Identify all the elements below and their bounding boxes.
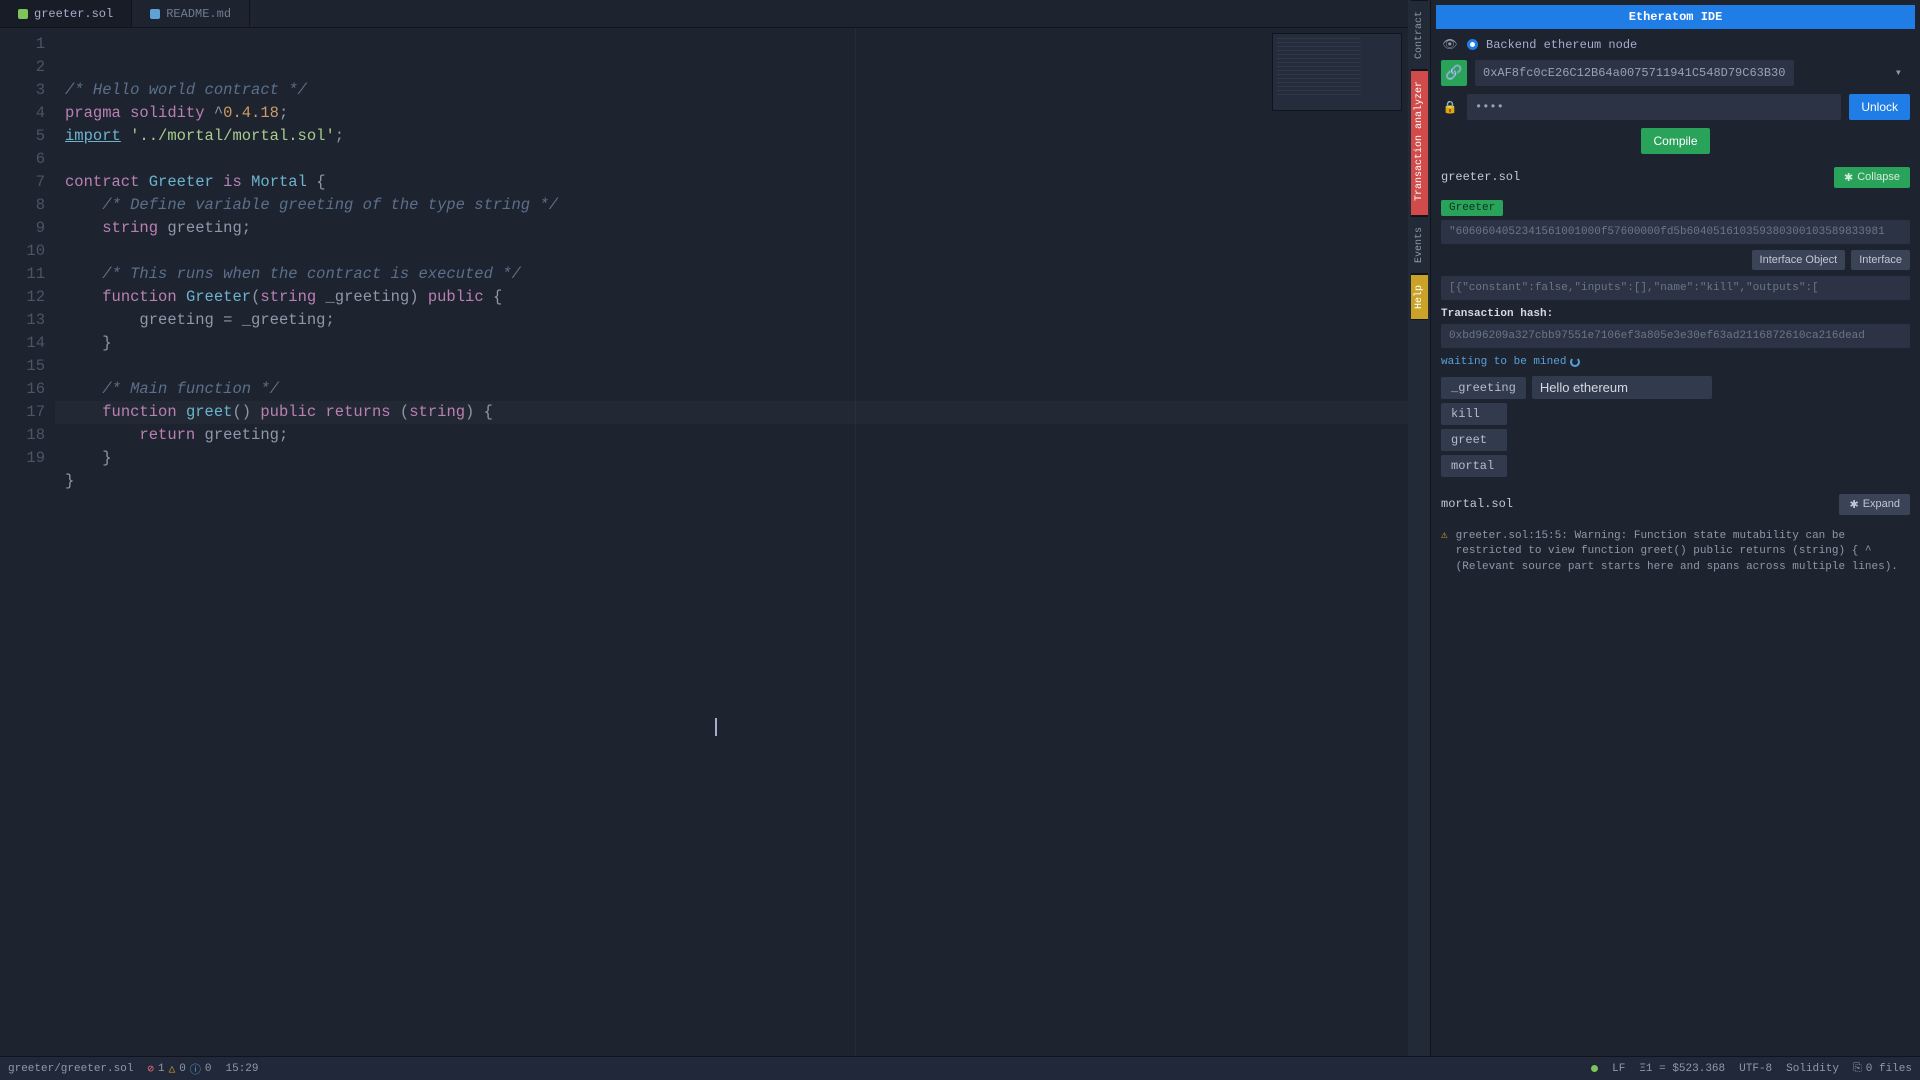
eth-balance[interactable]: Ξ1 = $523.368	[1639, 1063, 1725, 1075]
dock-tab-help[interactable]: Help	[1411, 274, 1428, 320]
tx-hash-output[interactable]: 0xbd96209a327cbb97551e7106ef3a805e3e30ef…	[1441, 324, 1910, 348]
link-icon[interactable]: 🔗	[1441, 60, 1467, 86]
code-line[interactable]: import '../mortal/mortal.sol';	[55, 125, 1408, 148]
compiler-warning: ⚠ greeter.sol:15:5: Warning: Function st…	[1441, 523, 1910, 581]
tab-greeter[interactable]: greeter.sol	[0, 0, 132, 27]
code-line[interactable]: return greeting;	[55, 424, 1408, 447]
tab-readme[interactable]: README.md	[132, 0, 250, 27]
backend-label: Backend ethereum node	[1486, 38, 1637, 52]
fn-kill[interactable]: kill	[1441, 403, 1507, 425]
language[interactable]: Solidity	[1786, 1063, 1839, 1075]
cursor-position[interactable]: 15:29	[226, 1063, 259, 1075]
contract-tag[interactable]: Greeter	[1441, 200, 1503, 216]
interface-button[interactable]: Interface	[1851, 250, 1910, 270]
expand-icon: ✱	[1849, 498, 1858, 511]
line-gutter: 12345678910111213141516171819	[0, 28, 55, 1056]
backend-radio[interactable]	[1467, 39, 1478, 50]
warning-icon: ⚠	[1441, 529, 1448, 575]
code-line[interactable]: }	[55, 447, 1408, 470]
fn-greeting-input[interactable]	[1532, 376, 1712, 399]
unlock-button[interactable]: Unlock	[1849, 94, 1910, 120]
lock-icon: 🔒	[1441, 100, 1459, 115]
solidity-icon	[18, 9, 28, 19]
code-area[interactable]: /* Hello world contract */pragma solidit…	[55, 28, 1408, 1056]
tx-hash-label: Transaction hash:	[1441, 308, 1910, 320]
code-line[interactable]	[55, 240, 1408, 263]
code-line[interactable]: contract Greeter is Mortal {	[55, 171, 1408, 194]
code-line[interactable]: pragma solidity ^0.4.18;	[55, 102, 1408, 125]
tab-label: greeter.sol	[34, 7, 113, 21]
file-title-mortal: mortal.sol	[1441, 497, 1513, 511]
info-icon: ⓘ	[190, 1061, 201, 1077]
tab-bar: greeter.sol README.md	[0, 0, 1408, 28]
code-line[interactable]: string greeting;	[55, 217, 1408, 240]
code-line[interactable]: greeting = _greeting;	[55, 309, 1408, 332]
spinner-icon	[1570, 357, 1580, 367]
code-editor[interactable]: 12345678910111213141516171819 /* Hello w…	[0, 28, 1408, 1056]
code-line[interactable]	[55, 355, 1408, 378]
code-line[interactable]: /* Main function */	[55, 378, 1408, 401]
abi-output[interactable]: [{"constant":false,"inputs":[],"name":"k…	[1441, 276, 1910, 300]
collapse-button[interactable]: ✱ Collapse	[1834, 167, 1910, 188]
expand-button[interactable]: ✱ Expand	[1839, 494, 1910, 515]
mining-status: waiting to be mined	[1441, 356, 1910, 368]
fn-greet[interactable]: greet	[1441, 429, 1507, 451]
git-icon: ⎘	[1853, 1063, 1862, 1075]
error-icon: ⊘	[147, 1062, 154, 1076]
panel-title: Etheratom IDE	[1436, 5, 1915, 29]
tab-label: README.md	[166, 7, 231, 21]
etheratom-panel: Etheratom IDE 👁 Backend ethereum node 🔗 …	[1430, 0, 1920, 1056]
code-line[interactable]: function Greeter(string _greeting) publi…	[55, 286, 1408, 309]
text-cursor	[715, 718, 717, 736]
side-dock: Contract Transaction analyzer Events Hel…	[1408, 0, 1430, 1056]
bytecode-output[interactable]: "6060604052341561001000f57600000fd5b6040…	[1441, 220, 1910, 244]
ruler	[855, 28, 856, 1056]
dock-tab-tx-analyzer[interactable]: Transaction analyzer	[1411, 70, 1428, 216]
compile-button[interactable]: Compile	[1641, 128, 1709, 154]
editor-pane: greeter.sol README.md 123456789101112131…	[0, 0, 1408, 1056]
collapse-icon: ✱	[1844, 171, 1853, 184]
eye-icon: 👁	[1441, 37, 1459, 52]
status-diagnostics[interactable]: ⊘1 △0 ⓘ0	[147, 1061, 211, 1077]
warn-icon: △	[169, 1062, 176, 1076]
account-select[interactable]: 0xAF8fc0cE26C12B64a0075711941C548D79C63B…	[1475, 60, 1794, 86]
interface-object-button[interactable]: Interface Object	[1752, 250, 1846, 270]
markdown-icon	[150, 9, 160, 19]
code-line[interactable]: /* Define variable greeting of the type …	[55, 194, 1408, 217]
code-line[interactable]: /* Hello world contract */	[55, 79, 1408, 102]
code-line[interactable]	[55, 148, 1408, 171]
encoding[interactable]: UTF-8	[1739, 1063, 1772, 1075]
fn-greeting-param[interactable]: _greeting	[1441, 377, 1526, 399]
line-ending[interactable]: LF	[1612, 1063, 1625, 1075]
fn-mortal[interactable]: mortal	[1441, 455, 1507, 477]
status-path[interactable]: greeter/greeter.sol	[8, 1063, 133, 1075]
file-title-greeter: greeter.sol	[1441, 170, 1520, 184]
minimap[interactable]	[1272, 33, 1402, 111]
code-line[interactable]	[55, 493, 1408, 516]
status-dot-icon	[1591, 1065, 1598, 1072]
git-files[interactable]: ⎘ 0 files	[1853, 1063, 1912, 1075]
status-bar: greeter/greeter.sol ⊘1 △0 ⓘ0 15:29 LF Ξ1…	[0, 1056, 1920, 1080]
code-line[interactable]: }	[55, 470, 1408, 493]
code-line[interactable]: /* This runs when the contract is execut…	[55, 263, 1408, 286]
password-input[interactable]	[1467, 94, 1841, 120]
dock-tab-events[interactable]: Events	[1411, 216, 1428, 274]
code-line[interactable]: function greet() public returns (string)…	[55, 401, 1408, 424]
code-line[interactable]: }	[55, 332, 1408, 355]
dock-tab-contract[interactable]: Contract	[1411, 0, 1428, 70]
